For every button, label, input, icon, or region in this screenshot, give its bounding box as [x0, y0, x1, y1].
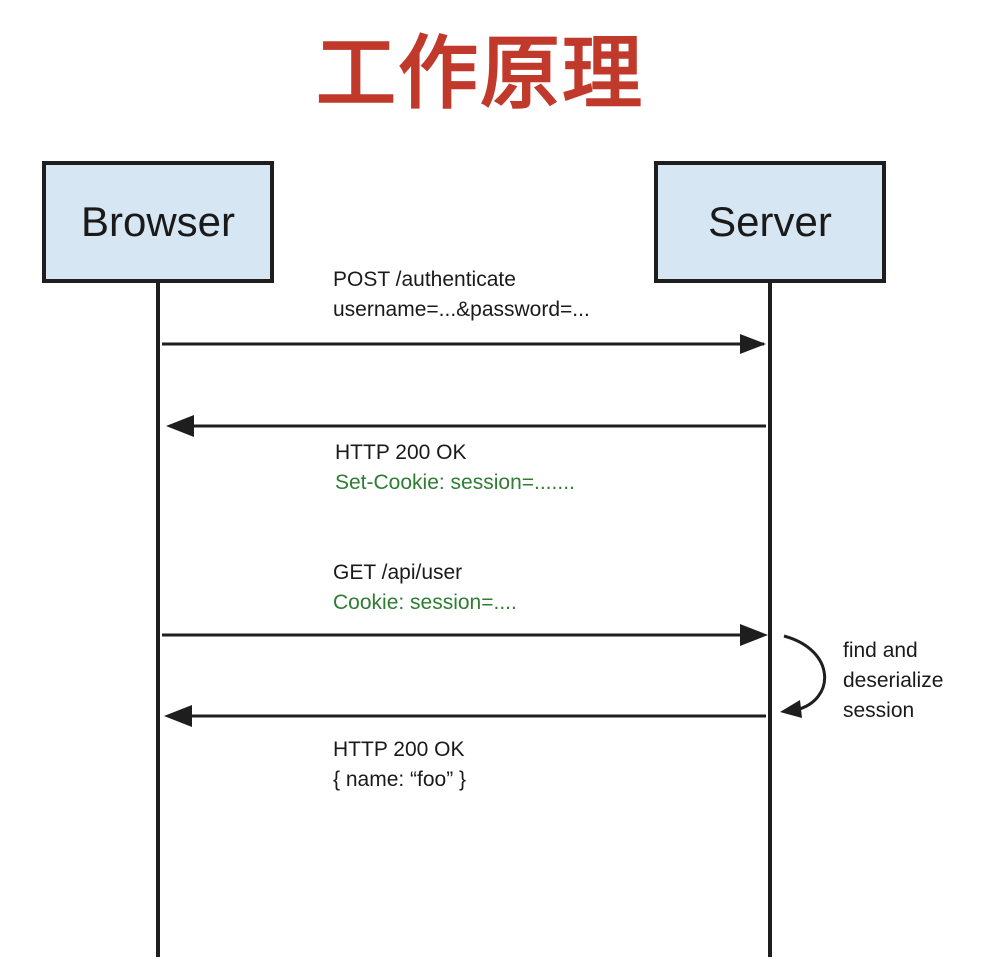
side-note-line-1: find and — [843, 639, 918, 662]
message-line-2: { name: “foo” } — [333, 768, 467, 791]
message-line-1: GET /api/user — [333, 561, 463, 584]
message-http-200-set-cookie: HTTP 200 OK Set-Cookie: session=....... — [335, 438, 575, 498]
server-side-note: find and deserialize session — [843, 636, 943, 726]
message-http-200-user: HTTP 200 OK { name: “foo” } — [333, 735, 466, 795]
side-note-line-2: deserialize — [843, 669, 944, 692]
side-note-line-3: session — [843, 699, 915, 722]
message-line-1: POST /authenticate — [333, 268, 516, 291]
message-line-1: HTTP 200 OK — [335, 441, 467, 464]
self-process-curve — [783, 634, 827, 712]
message-line-1: HTTP 200 OK — [333, 738, 465, 761]
message-line-2: username=...&password=... — [333, 298, 590, 321]
message-post-authenticate: POST /authenticate username=...&password… — [333, 265, 590, 325]
arrowhead-http-200-set-cookie — [166, 415, 194, 437]
message-line-2: Set-Cookie: session=....... — [335, 471, 575, 494]
arrowhead-post-authenticate — [740, 334, 766, 354]
self-process-arrowhead — [780, 700, 802, 718]
arrowhead-http-200-user — [164, 705, 192, 727]
arrowhead-get-api-user — [740, 624, 768, 646]
message-line-2: Cookie: session=.... — [333, 591, 517, 614]
message-get-api-user: GET /api/user Cookie: session=.... — [333, 558, 517, 618]
